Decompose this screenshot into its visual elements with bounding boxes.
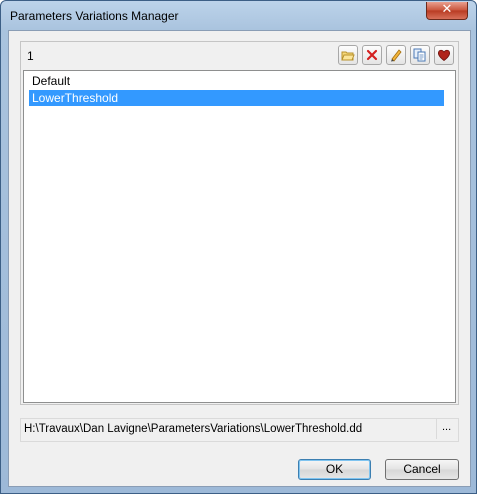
ok-button[interactable]: OK [298,459,371,480]
variant-count: 1 [27,49,34,63]
close-button[interactable]: ✕ [426,2,468,20]
variations-list[interactable]: Default LowerThreshold [23,70,456,403]
delete-button[interactable] [362,45,382,65]
edit-pencil-icon [391,49,402,62]
dialog-client-area: 1 Default LowerThreshold H:\Travaux\Dan … [8,30,471,487]
list-item-label: Default [32,74,71,88]
copy-button[interactable] [410,45,430,65]
close-icon: ✕ [441,2,453,17]
browse-button-label: ... [442,421,452,433]
dialog-window: Parameters Variations Manager ✕ 1 Defaul… [0,0,477,494]
cancel-button[interactable]: Cancel [385,459,459,480]
favorite-heart-icon [437,49,451,62]
delete-icon [366,49,378,61]
favorite-button[interactable] [434,45,454,65]
edit-button[interactable] [386,45,406,65]
variations-header: 1 [21,42,458,68]
list-item-label: LowerThreshold [32,91,119,105]
copy-icon [413,48,426,62]
list-item-selected[interactable]: LowerThreshold [29,90,444,106]
file-path-field[interactable]: H:\Travaux\Dan Lavigne\ParametersVariati… [20,418,459,442]
open-folder-icon [341,51,355,61]
window-title: Parameters Variations Manager [10,9,179,23]
browse-button[interactable]: ... [436,419,457,439]
variations-group: 1 Default LowerThreshold [20,41,459,405]
title-bar[interactable]: Parameters Variations Manager ✕ [1,1,476,29]
open-button[interactable] [338,45,358,65]
list-item[interactable]: Default [29,73,444,89]
file-path-value: H:\Travaux\Dan Lavigne\ParametersVariati… [24,423,363,435]
